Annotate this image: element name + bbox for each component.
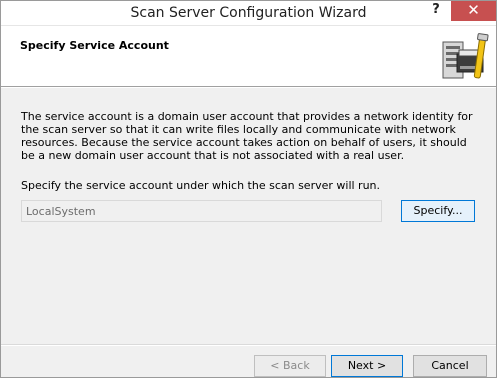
cancel-button[interactable]: Cancel xyxy=(413,355,487,377)
window-title: Scan Server Configuration Wizard xyxy=(130,5,367,21)
close-button[interactable]: ✕ xyxy=(451,1,496,21)
next-button[interactable]: Next > xyxy=(331,355,403,377)
footer-divider xyxy=(1,344,496,346)
account-prompt-label: Specify the service account under which … xyxy=(21,179,381,192)
wizard-header: Specify Service Account xyxy=(1,25,496,86)
back-button[interactable]: < Back xyxy=(254,355,326,377)
scanner-server-icon xyxy=(442,33,489,79)
header-divider xyxy=(1,86,496,88)
title-bar[interactable]: Scan Server Configuration Wizard ? ✕ xyxy=(1,1,496,25)
service-account-field[interactable] xyxy=(21,200,382,222)
specify-button[interactable]: Specify... xyxy=(401,200,475,222)
page-title: Specify Service Account xyxy=(20,39,169,52)
help-button[interactable]: ? xyxy=(423,1,449,21)
service-account-description: The service account is a domain user acc… xyxy=(21,110,473,162)
wizard-window: Scan Server Configuration Wizard ? ✕ Spe… xyxy=(0,0,497,378)
close-icon: ✕ xyxy=(467,1,480,19)
